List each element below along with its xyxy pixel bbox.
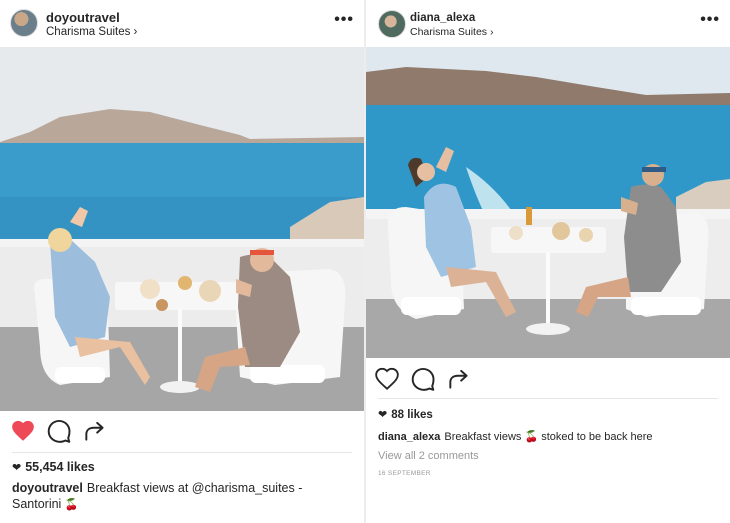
- username[interactable]: doyoutravel: [46, 10, 120, 25]
- heart-small-icon: ❤: [378, 409, 388, 421]
- likes-count[interactable]: ❤ 55,454 likes: [12, 460, 95, 474]
- heart-icon[interactable]: [10, 418, 36, 444]
- caption: doyoutravel Breakfast views at @charisma_…: [12, 480, 352, 513]
- post-card-doyoutravel: doyoutravel Charisma Suites › ••• ❤ 55,4…: [0, 0, 364, 523]
- cherry-emoji: 🍒: [524, 431, 539, 443]
- heart-outline-icon[interactable]: [374, 366, 400, 392]
- post-date: 16 SEPTEMBER: [378, 470, 431, 477]
- post-header: diana_alexa Charisma Suites › •••: [366, 0, 730, 46]
- view-comments-link[interactable]: View all 2 comments: [378, 450, 479, 462]
- post-photo[interactable]: [0, 47, 364, 411]
- santorini-breakfast-photo: [0, 47, 364, 411]
- likes-count[interactable]: ❤ 88 likes: [378, 408, 433, 421]
- username[interactable]: diana_alexa: [410, 12, 475, 24]
- likes-text: 88 likes: [391, 409, 433, 421]
- caption-username[interactable]: diana_alexa: [378, 431, 440, 443]
- share-icon[interactable]: [82, 418, 108, 444]
- avatar[interactable]: [378, 10, 406, 38]
- action-bar: [366, 366, 730, 396]
- santorini-breakfast-photo: [366, 47, 730, 358]
- comment-icon[interactable]: [46, 418, 72, 444]
- ellipsis-icon[interactable]: •••: [334, 12, 354, 28]
- post-card-diana-alexa: diana_alexa Charisma Suites › ••• ❤ 88 l…: [366, 0, 730, 523]
- ellipsis-icon[interactable]: •••: [700, 12, 720, 28]
- avatar[interactable]: [10, 9, 38, 37]
- action-bar: [0, 418, 364, 448]
- post-header: doyoutravel Charisma Suites › •••: [0, 0, 364, 46]
- likes-text: 55,454 likes: [25, 460, 95, 474]
- location-link[interactable]: Charisma Suites ›: [46, 26, 137, 38]
- location-link[interactable]: Charisma Suites ›: [410, 26, 493, 38]
- caption-username[interactable]: doyoutravel: [12, 481, 83, 495]
- heart-small-icon: ❤: [12, 462, 22, 474]
- comment-icon[interactable]: [410, 366, 436, 392]
- divider: [12, 452, 352, 453]
- share-icon[interactable]: [446, 366, 472, 392]
- post-photo[interactable]: [366, 47, 730, 358]
- caption-text: Breakfast views: [444, 431, 522, 443]
- caption-text-after: stoked to be back here: [541, 431, 653, 443]
- caption: diana_alexa Breakfast views 🍒 stoked to b…: [378, 429, 718, 445]
- divider: [378, 398, 718, 399]
- cherry-emoji: 🍒: [64, 499, 79, 511]
